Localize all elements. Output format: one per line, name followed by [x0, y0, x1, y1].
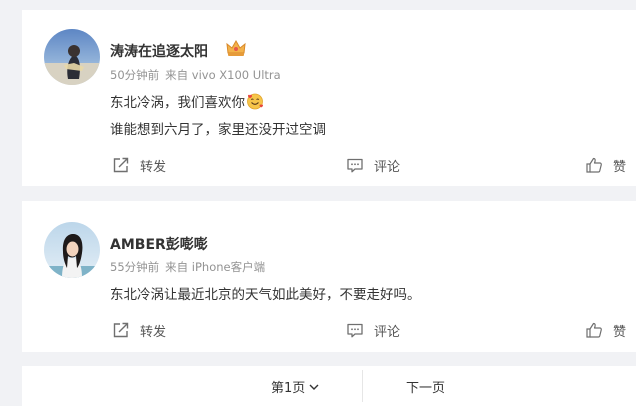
- comment-button[interactable]: 评论: [346, 318, 400, 342]
- post-source: 来自 vivo X100 Ultra: [165, 68, 281, 82]
- post-meta: 50分钟前 来自 vivo X100 Ultra: [110, 67, 281, 83]
- like-label: 赞: [613, 159, 627, 175]
- repost-label: 转发: [140, 159, 167, 175]
- post-time[interactable]: 50分钟前: [110, 68, 159, 82]
- avatar[interactable]: [44, 222, 100, 278]
- post-actions: 转发 评论 赞: [22, 153, 636, 177]
- avatar[interactable]: [44, 29, 100, 85]
- post-time[interactable]: 55分钟前: [110, 260, 159, 274]
- username[interactable]: 涛涛在追逐太阳: [110, 41, 208, 61]
- repost-label: 转发: [140, 324, 167, 340]
- like-button[interactable]: 赞: [585, 318, 626, 342]
- comment-button[interactable]: 评论: [346, 153, 400, 177]
- post-text-line: 东北冷涡，我们喜欢你: [110, 91, 264, 111]
- page-select-dropdown[interactable]: 第1页: [271, 377, 319, 396]
- crown-badge-icon[interactable]: [225, 38, 247, 58]
- post-source: 来自 iPhone客户端: [165, 260, 266, 274]
- thumbs-up-icon: [586, 322, 602, 338]
- current-page-label: 第1页: [271, 381, 306, 396]
- post-text-line: 谁能想到六月了，家里还没开过空调: [110, 122, 326, 138]
- comment-icon: [347, 323, 363, 338]
- post-text-line: 东北冷涡让最近北京的天气如此美好，不要走好吗。: [110, 287, 421, 303]
- post-meta: 55分钟前 来自 iPhone客户端: [110, 259, 265, 275]
- like-button[interactable]: 赞: [585, 153, 626, 177]
- pagination: 第1页 下一页: [22, 366, 636, 406]
- post-actions: 转发 评论 赞: [22, 318, 636, 342]
- repost-icon: [113, 322, 129, 338]
- repost-button[interactable]: 转发: [112, 318, 166, 342]
- pagination-divider: [362, 370, 363, 402]
- next-page-button[interactable]: 下一页: [406, 377, 445, 396]
- post-card: 涛涛在追逐太阳 50分钟前 来自 vivo X100 Ultra 东北冷涡，我们喜…: [22, 10, 636, 186]
- comment-label: 评论: [374, 159, 401, 175]
- thumbs-up-icon: [586, 157, 602, 173]
- username[interactable]: AMBER彭嘭嘭: [110, 234, 208, 254]
- repost-icon: [113, 157, 129, 173]
- comment-icon: [347, 158, 363, 173]
- repost-button[interactable]: 转发: [112, 153, 166, 177]
- like-label: 赞: [613, 324, 627, 340]
- comment-label: 评论: [374, 324, 401, 340]
- smiling-face-with-hearts-icon: [247, 93, 263, 110]
- chevron-down-icon: [309, 384, 319, 390]
